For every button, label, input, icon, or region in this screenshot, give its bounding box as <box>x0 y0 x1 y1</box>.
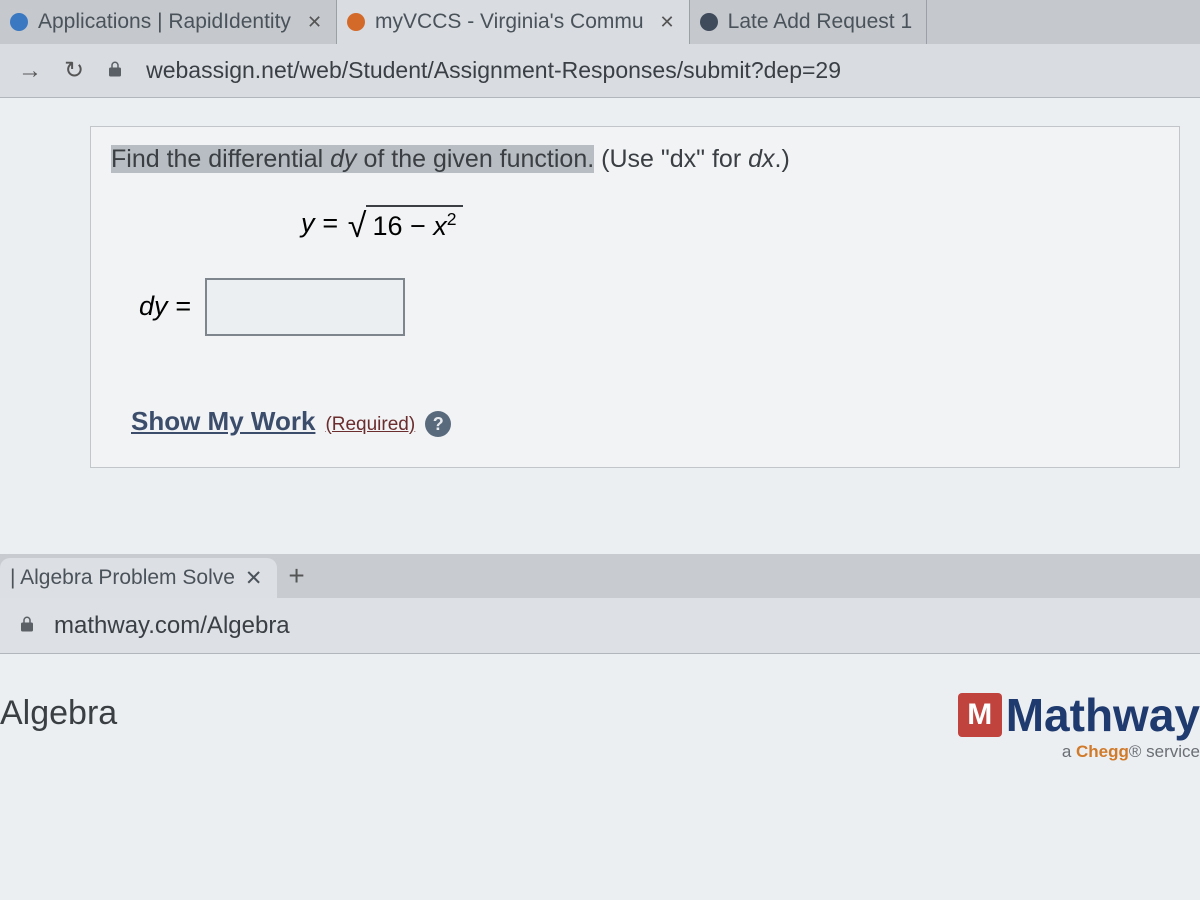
tab-label: | Algebra Problem Solve <box>10 566 235 590</box>
equation-lhs: y = <box>301 208 338 239</box>
show-work-title: Show My Work <box>131 406 315 437</box>
tab-lateadd[interactable]: Late Add Request 1 <box>690 0 927 44</box>
problem-box: Find the differential dy of the given fu… <box>90 126 1180 468</box>
help-icon[interactable]: ? <box>425 411 451 437</box>
brand-name: Mathway <box>1006 688 1200 742</box>
address-toolbar: → ↻ webassign.net/web/Student/Assignment… <box>0 44 1200 98</box>
square-root: √ 16 − x2 <box>348 205 463 242</box>
show-my-work[interactable]: Show My Work (Required) ? <box>131 406 1159 438</box>
radical-icon: √ <box>348 209 367 243</box>
brand-tagline: a Chegg® service <box>958 742 1200 762</box>
url-text[interactable]: webassign.net/web/Student/Assignment-Res… <box>146 57 841 84</box>
tab-label: Late Add Request 1 <box>728 10 912 34</box>
close-icon[interactable]: ✕ <box>660 12 675 33</box>
close-icon[interactable]: ✕ <box>245 566 263 591</box>
tab-strip: Applications | RapidIdentity ✕ myVCCS - … <box>0 0 1200 44</box>
tab-rapididentity[interactable]: Applications | RapidIdentity ✕ <box>0 0 337 44</box>
tab-label: myVCCS - Virginia's Commu <box>375 10 644 34</box>
tab-algebra[interactable]: | Algebra Problem Solve ✕ <box>0 558 277 598</box>
mathway-logo[interactable]: M Mathway <box>958 688 1200 742</box>
answer-label: dy = <box>139 291 191 322</box>
favicon-icon <box>10 13 28 31</box>
browser-window-bottom: | Algebra Problem Solve ✕ + mathway.com/… <box>0 554 1200 900</box>
page-content: Algebra M Mathway a Chegg® service <box>0 654 1200 900</box>
radicand: 16 − x2 <box>366 205 462 242</box>
mathway-m-icon: M <box>958 693 1002 737</box>
reload-icon[interactable]: ↻ <box>64 56 84 85</box>
lock-icon[interactable] <box>106 57 124 84</box>
tab-strip: | Algebra Problem Solve ✕ + <box>0 554 1200 598</box>
answer-input[interactable] <box>205 278 405 336</box>
lock-icon[interactable] <box>18 612 36 640</box>
page-content: Find the differential dy of the given fu… <box>0 98 1200 554</box>
url-text[interactable]: mathway.com/Algebra <box>54 612 290 640</box>
show-work-required: (Required) <box>325 414 415 436</box>
highlighted-text: Find the differential dy of the given fu… <box>111 145 594 173</box>
brand-block: M Mathway a Chegg® service <box>958 688 1200 762</box>
answer-row: dy = <box>139 278 1159 336</box>
favicon-icon <box>347 13 365 31</box>
favicon-icon <box>700 13 718 31</box>
new-tab-button[interactable]: + <box>277 554 317 598</box>
address-toolbar: mathway.com/Algebra <box>0 598 1200 654</box>
browser-window-top: Applications | RapidIdentity ✕ myVCCS - … <box>0 0 1200 554</box>
problem-prompt: Find the differential dy of the given fu… <box>111 143 1159 177</box>
tab-myvccs[interactable]: myVCCS - Virginia's Commu ✕ <box>337 0 690 44</box>
tab-label: Applications | RapidIdentity <box>38 10 291 34</box>
forward-icon[interactable]: → <box>18 57 42 85</box>
close-icon[interactable]: ✕ <box>307 12 322 33</box>
equation: y = √ 16 − x2 <box>301 205 1159 242</box>
